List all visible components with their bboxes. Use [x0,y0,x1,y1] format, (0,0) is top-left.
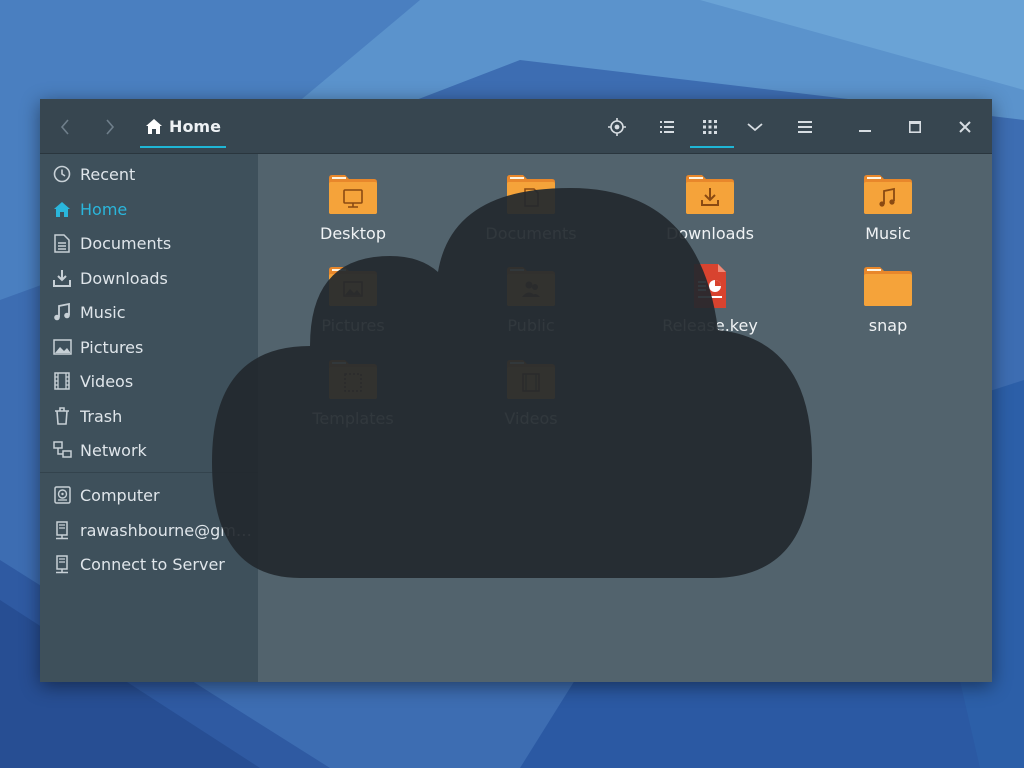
active-underline [140,146,226,148]
file-manager-window: Home Recent Home Documents Downloads Mus… [40,99,992,682]
hamburger-menu-icon [798,120,812,133]
file-label: Templates [312,409,394,428]
file-label: Documents [485,224,577,243]
film-icon [51,370,73,392]
file-label: Music [865,224,911,243]
server-icon [51,519,73,541]
maximize-button[interactable] [900,99,930,154]
sidebar-item-label: Videos [80,371,134,391]
list-view-button[interactable] [652,99,682,154]
sidebar-item-trash[interactable]: Trash [40,399,258,433]
file-label: Public [507,316,555,335]
folder-desktop-icon [329,175,377,214]
minimize-icon [859,129,871,132]
folder-pictures-icon [329,267,377,306]
network-icon [51,439,73,461]
headerbar: Home [40,99,992,154]
folder-videos-icon [507,360,555,399]
sidebar-item-remote-account[interactable]: rawashbourne@gm… [40,513,258,547]
sidebar-item-label: Pictures [80,337,144,357]
home-icon [51,198,73,220]
clock-icon [51,163,73,185]
path-bar-home-button[interactable]: Home [140,99,226,154]
file-label: snap [868,316,908,335]
file-item[interactable]: Documents [451,164,611,252]
trash-icon [51,405,73,427]
music-icon [51,301,73,323]
file-label: Desktop [320,224,386,243]
sidebar-item-label: Home [80,199,128,219]
locate-icon [608,117,626,136]
close-button[interactable] [950,99,980,154]
file-item[interactable]: Pictures [273,256,433,344]
file-item[interactable]: Downloads [630,164,790,252]
file-item[interactable]: Desktop [273,164,433,252]
sidebar-item-label: Trash [80,406,123,426]
grid-view-icon [703,119,717,134]
sidebar-item-label: Downloads [80,268,168,288]
path-bar-label: Home [169,117,221,136]
sidebar-item-label: Connect to Server [80,554,225,574]
sidebar-item-label: Computer [80,485,160,505]
locate-button[interactable] [602,99,632,154]
harddisk-icon [51,484,73,506]
folder-music-icon [864,175,912,214]
minimize-button[interactable] [850,99,880,154]
sidebar-separator [40,472,258,473]
view-options-button[interactable] [740,99,770,154]
file-item[interactable]: Public [451,256,611,344]
list-view-icon [660,120,674,133]
sidebar-item-documents[interactable]: Documents [40,226,258,260]
file-item[interactable]: Templates [273,349,433,437]
forward-button[interactable] [95,99,125,154]
file-item[interactable]: Videos [451,349,611,437]
grid-view-button[interactable] [690,99,734,154]
file-view: Desktop Documents Downloads Music Pictur… [258,154,992,682]
server-icon [51,553,73,575]
file-item[interactable]: Release.key [630,256,790,344]
sidebar-item-recent[interactable]: Recent [40,157,258,191]
document-icon [51,232,73,254]
folder-icon [864,267,912,306]
sidebar-item-network[interactable]: Network [40,433,258,467]
sidebar-item-connect-to-server[interactable]: Connect to Server [40,547,258,581]
file-item[interactable]: Music [808,164,968,252]
file-label: Downloads [666,224,754,243]
file-label: Release.key [662,316,758,335]
home-icon [146,119,163,134]
download-icon [51,267,73,289]
file-label: Videos [504,409,558,428]
folder-templates-icon [329,360,377,399]
sidebar-item-pictures[interactable]: Pictures [40,330,258,364]
sidebar-item-computer[interactable]: Computer [40,478,258,512]
presentation-file-icon [694,264,726,308]
sidebar-item-label: Music [80,302,126,322]
file-item[interactable]: snap [808,256,968,344]
sidebar-item-label: Documents [80,233,172,253]
sidebar: Recent Home Documents Downloads Music Pi… [40,154,258,682]
sidebar-item-label: Recent [80,164,136,184]
maximize-icon [909,120,921,133]
close-icon [959,120,971,133]
sidebar-item-label: rawashbourne@gm… [80,520,252,540]
picture-icon [51,336,73,358]
active-underline [690,146,734,148]
chevron-right-icon [106,118,115,135]
sidebar-item-label: Network [80,440,147,460]
file-label: Pictures [321,316,385,335]
menu-button[interactable] [790,99,820,154]
folder-downloads-icon [686,175,734,214]
sidebar-item-downloads[interactable]: Downloads [40,261,258,295]
folder-public-icon [507,267,555,306]
chevron-down-icon [747,122,763,131]
folder-documents-icon [507,175,555,214]
back-button[interactable] [50,99,80,154]
chevron-left-icon [60,118,69,135]
sidebar-item-videos[interactable]: Videos [40,364,258,398]
sidebar-item-home[interactable]: Home [40,192,258,226]
sidebar-item-music[interactable]: Music [40,295,258,329]
